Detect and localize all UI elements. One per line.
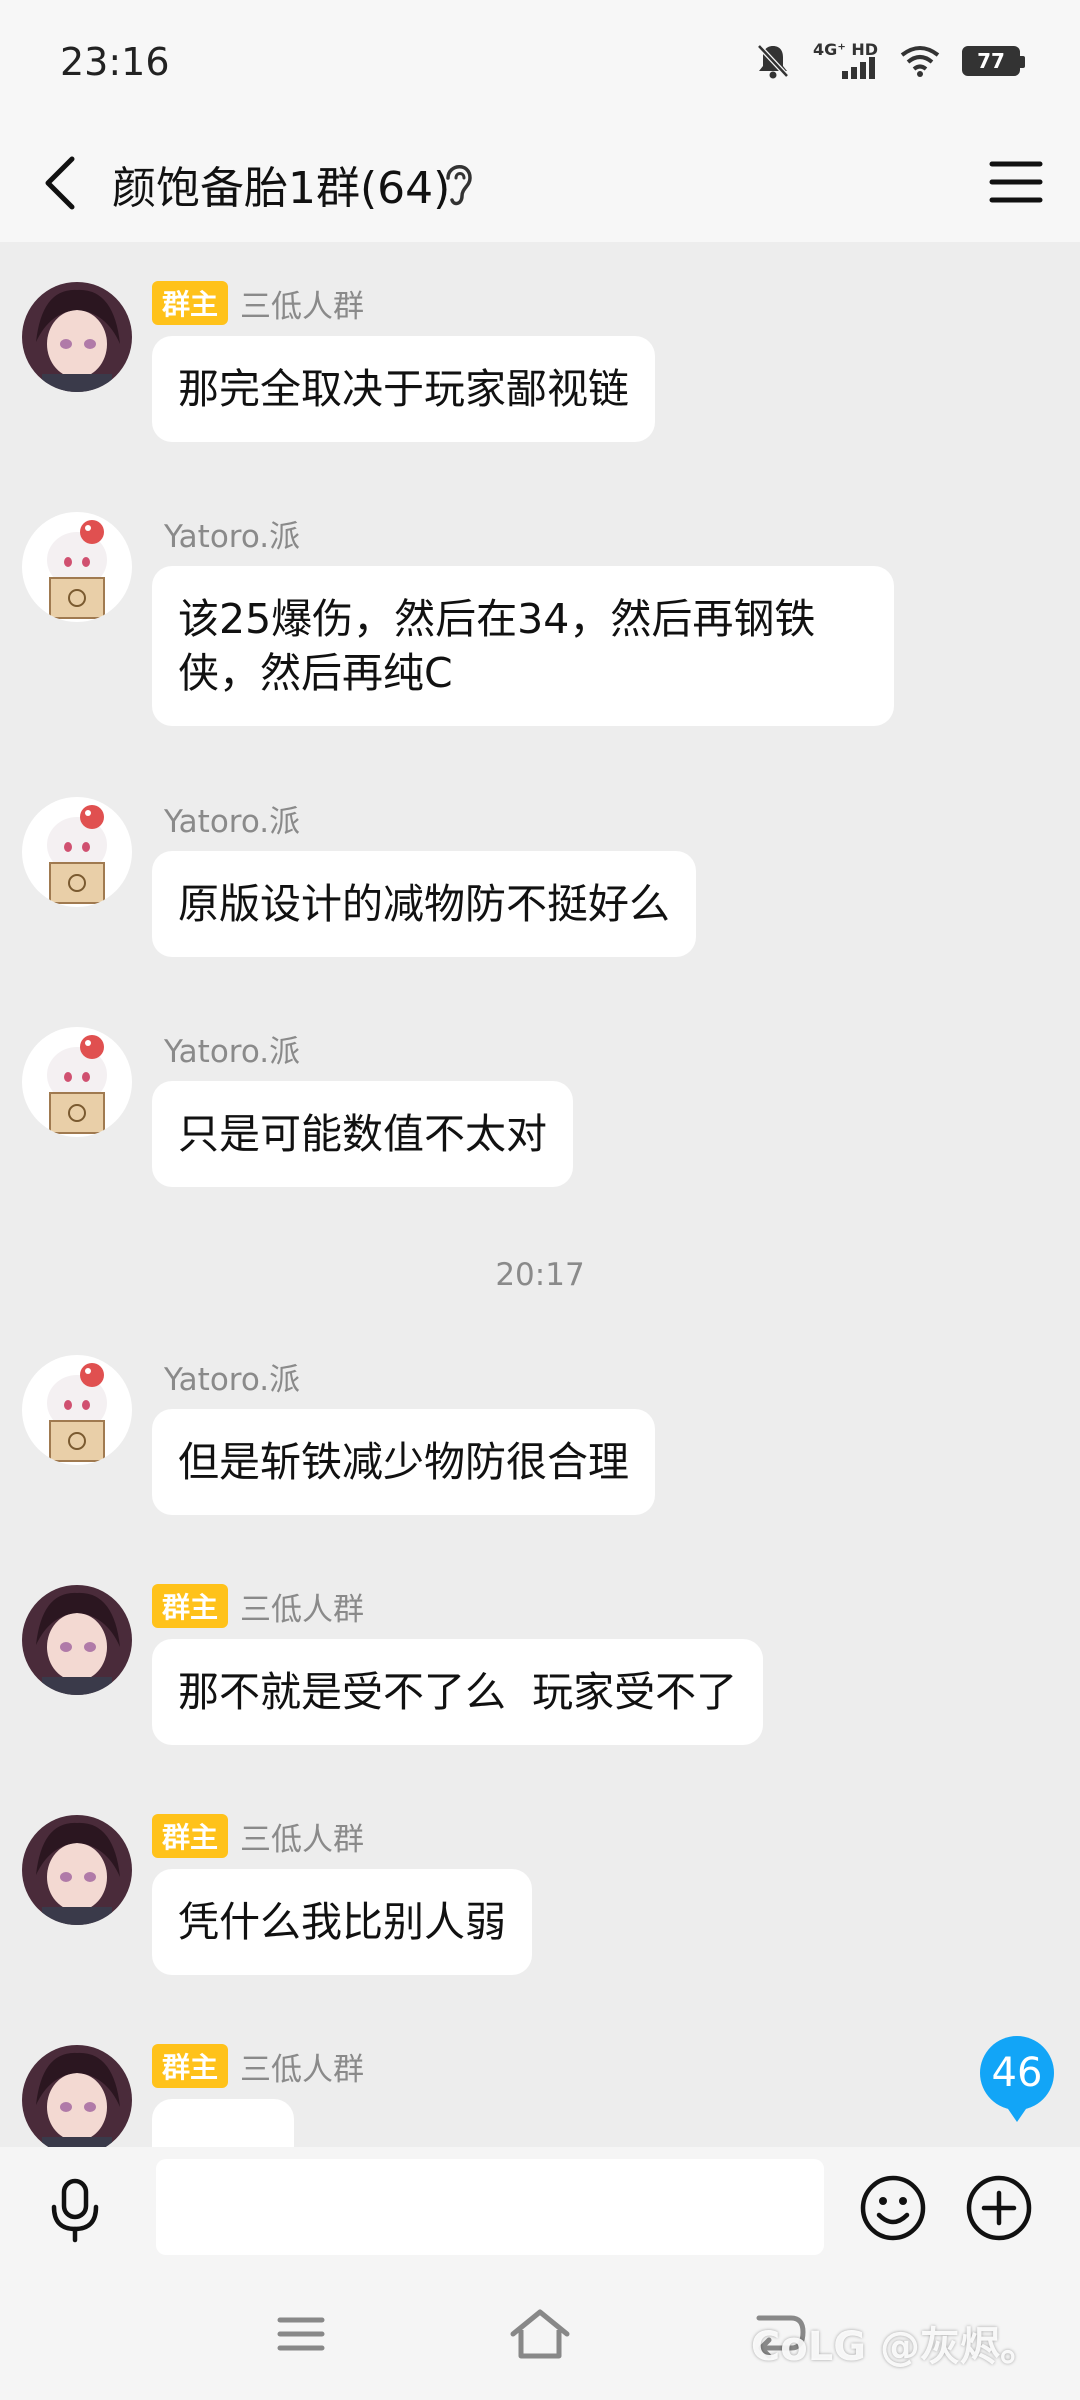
unread-count-badge[interactable]: 46 bbox=[980, 2036, 1054, 2122]
avatar[interactable] bbox=[22, 512, 132, 622]
sender-name[interactable]: 三低人群 bbox=[240, 1814, 364, 1859]
owner-badge: 群主 bbox=[152, 1584, 229, 1628]
message-item: Yatoro.派 原版设计的减物防不挺好么 bbox=[0, 796, 1080, 957]
signal-bars-icon bbox=[842, 57, 875, 79]
message-item: 群主 三低人群 那完全取决于玩家鄙视链 bbox=[0, 281, 1080, 442]
hamburger-icon[interactable] bbox=[986, 152, 1046, 212]
avatar[interactable] bbox=[22, 282, 132, 392]
status-icons: 4G⁺ HD 77 bbox=[755, 40, 1025, 80]
sender-name[interactable]: 三低人群 bbox=[240, 281, 364, 326]
cell-signal: 4G⁺ HD bbox=[813, 40, 878, 79]
avatar[interactable] bbox=[22, 1815, 132, 1925]
network-type: 4G⁺ HD bbox=[813, 40, 878, 59]
avatar[interactable] bbox=[22, 1585, 132, 1695]
avatar-dark-hair-icon bbox=[22, 1585, 132, 1695]
avatar-white-hair-icon bbox=[22, 1027, 132, 1137]
sender-row: Yatoro.派 bbox=[152, 511, 300, 556]
message-bubble[interactable]: 那完全取决于玩家鄙视链 bbox=[152, 336, 655, 442]
plus-circle-icon[interactable] bbox=[964, 2173, 1034, 2243]
message-item: 群主 三低人群 凭什么我比别人弱 bbox=[0, 1814, 1080, 1975]
sender-name[interactable]: Yatoro.派 bbox=[152, 511, 300, 556]
avatar[interactable] bbox=[22, 1027, 132, 1137]
sender-row: 群主 三低人群 bbox=[152, 281, 364, 326]
back-button[interactable] bbox=[30, 148, 90, 218]
avatar[interactable] bbox=[22, 797, 132, 907]
message-input[interactable] bbox=[156, 2159, 824, 2255]
chat-header: 颜饱备胎1群(64) bbox=[0, 130, 1080, 242]
message-item: Yatoro.派 但是斩铁减少物防很合理 bbox=[0, 1354, 1080, 1515]
status-bar: 23:16 4G⁺ HD 77 bbox=[0, 0, 1080, 130]
avatar[interactable] bbox=[22, 2045, 132, 2147]
message-bubble[interactable]: 只是可能数值不太对 bbox=[152, 1081, 573, 1187]
message-bubble[interactable]: 那不就是受不了么 玩家受不了 bbox=[152, 1639, 764, 1745]
sender-name[interactable]: 三低人群 bbox=[240, 1584, 364, 1629]
sender-row: 群主 三低人群 bbox=[152, 1814, 364, 1859]
message-bubble[interactable]: 原版设计的减物防不挺好么 bbox=[152, 851, 696, 957]
avatar-dark-hair-icon bbox=[22, 2045, 132, 2147]
battery-indicator: 77 bbox=[962, 46, 1025, 76]
system-nav-bar: CoLG @灰烬。 bbox=[0, 2274, 1080, 2400]
sender-row: Yatoro.派 bbox=[152, 1026, 300, 1071]
message-item: Yatoro.派 只是可能数值不太对 bbox=[0, 1026, 1080, 1187]
avatar-white-hair-icon bbox=[22, 1355, 132, 1465]
avatar-dark-hair-icon bbox=[22, 1815, 132, 1925]
recent-apps-icon[interactable] bbox=[266, 2304, 336, 2364]
wifi-icon bbox=[900, 46, 940, 77]
message-bubble[interactable]: 但是斩铁减少物防很合理 bbox=[152, 1409, 655, 1515]
sender-name[interactable]: Yatoro.派 bbox=[152, 796, 300, 841]
chat-message-list[interactable]: 群主 三低人群 那完全取决于玩家鄙视链 Yatoro.派 该25爆伤，然后在34… bbox=[0, 242, 1080, 2147]
chat-title[interactable]: 颜饱备胎1群(64) bbox=[112, 152, 450, 216]
sender-name[interactable]: Yatoro.派 bbox=[152, 1354, 300, 1399]
sender-name[interactable]: 三低人群 bbox=[240, 2044, 364, 2089]
status-time: 23:16 bbox=[60, 40, 170, 84]
avatar-dark-hair-icon bbox=[22, 282, 132, 392]
sender-row: Yatoro.派 bbox=[152, 1354, 300, 1399]
message-bubble[interactable]: 凭什么我比别人弱 bbox=[152, 1869, 532, 1975]
message-bubble[interactable]: 该25爆伤，然后在34，然后再钢铁侠，然后再纯C bbox=[152, 566, 894, 726]
message-item: 群主 三低人群 bbox=[0, 2044, 1080, 2147]
mute-bell-icon bbox=[757, 44, 789, 79]
message-item: 群主 三低人群 那不就是受不了么 玩家受不了 bbox=[0, 1584, 1080, 1745]
ear-icon[interactable] bbox=[438, 154, 478, 214]
owner-badge: 群主 bbox=[152, 281, 229, 325]
watermark: CoLG @灰烬。 bbox=[750, 2324, 1040, 2370]
owner-badge: 群主 bbox=[152, 2044, 229, 2088]
sender-name[interactable]: Yatoro.派 bbox=[152, 1026, 300, 1071]
microphone-icon[interactable] bbox=[42, 2177, 108, 2243]
avatar-white-hair-icon bbox=[22, 797, 132, 907]
message-bubble[interactable] bbox=[152, 2099, 294, 2147]
input-bar bbox=[0, 2147, 1080, 2274]
avatar[interactable] bbox=[22, 1355, 132, 1465]
message-item: Yatoro.派 该25爆伤，然后在34，然后再钢铁侠，然后再纯C bbox=[0, 512, 1080, 752]
chevron-left-icon bbox=[45, 156, 75, 210]
sender-row: Yatoro.派 bbox=[152, 796, 300, 841]
time-separator: 20:17 bbox=[495, 1257, 585, 1293]
owner-badge: 群主 bbox=[152, 1814, 229, 1858]
home-icon[interactable] bbox=[505, 2304, 575, 2364]
avatar-white-hair-icon bbox=[22, 512, 132, 622]
sender-row: 群主 三低人群 bbox=[152, 1584, 364, 1629]
smiley-icon[interactable] bbox=[858, 2173, 928, 2243]
sender-row: 群主 三低人群 bbox=[152, 2044, 364, 2089]
